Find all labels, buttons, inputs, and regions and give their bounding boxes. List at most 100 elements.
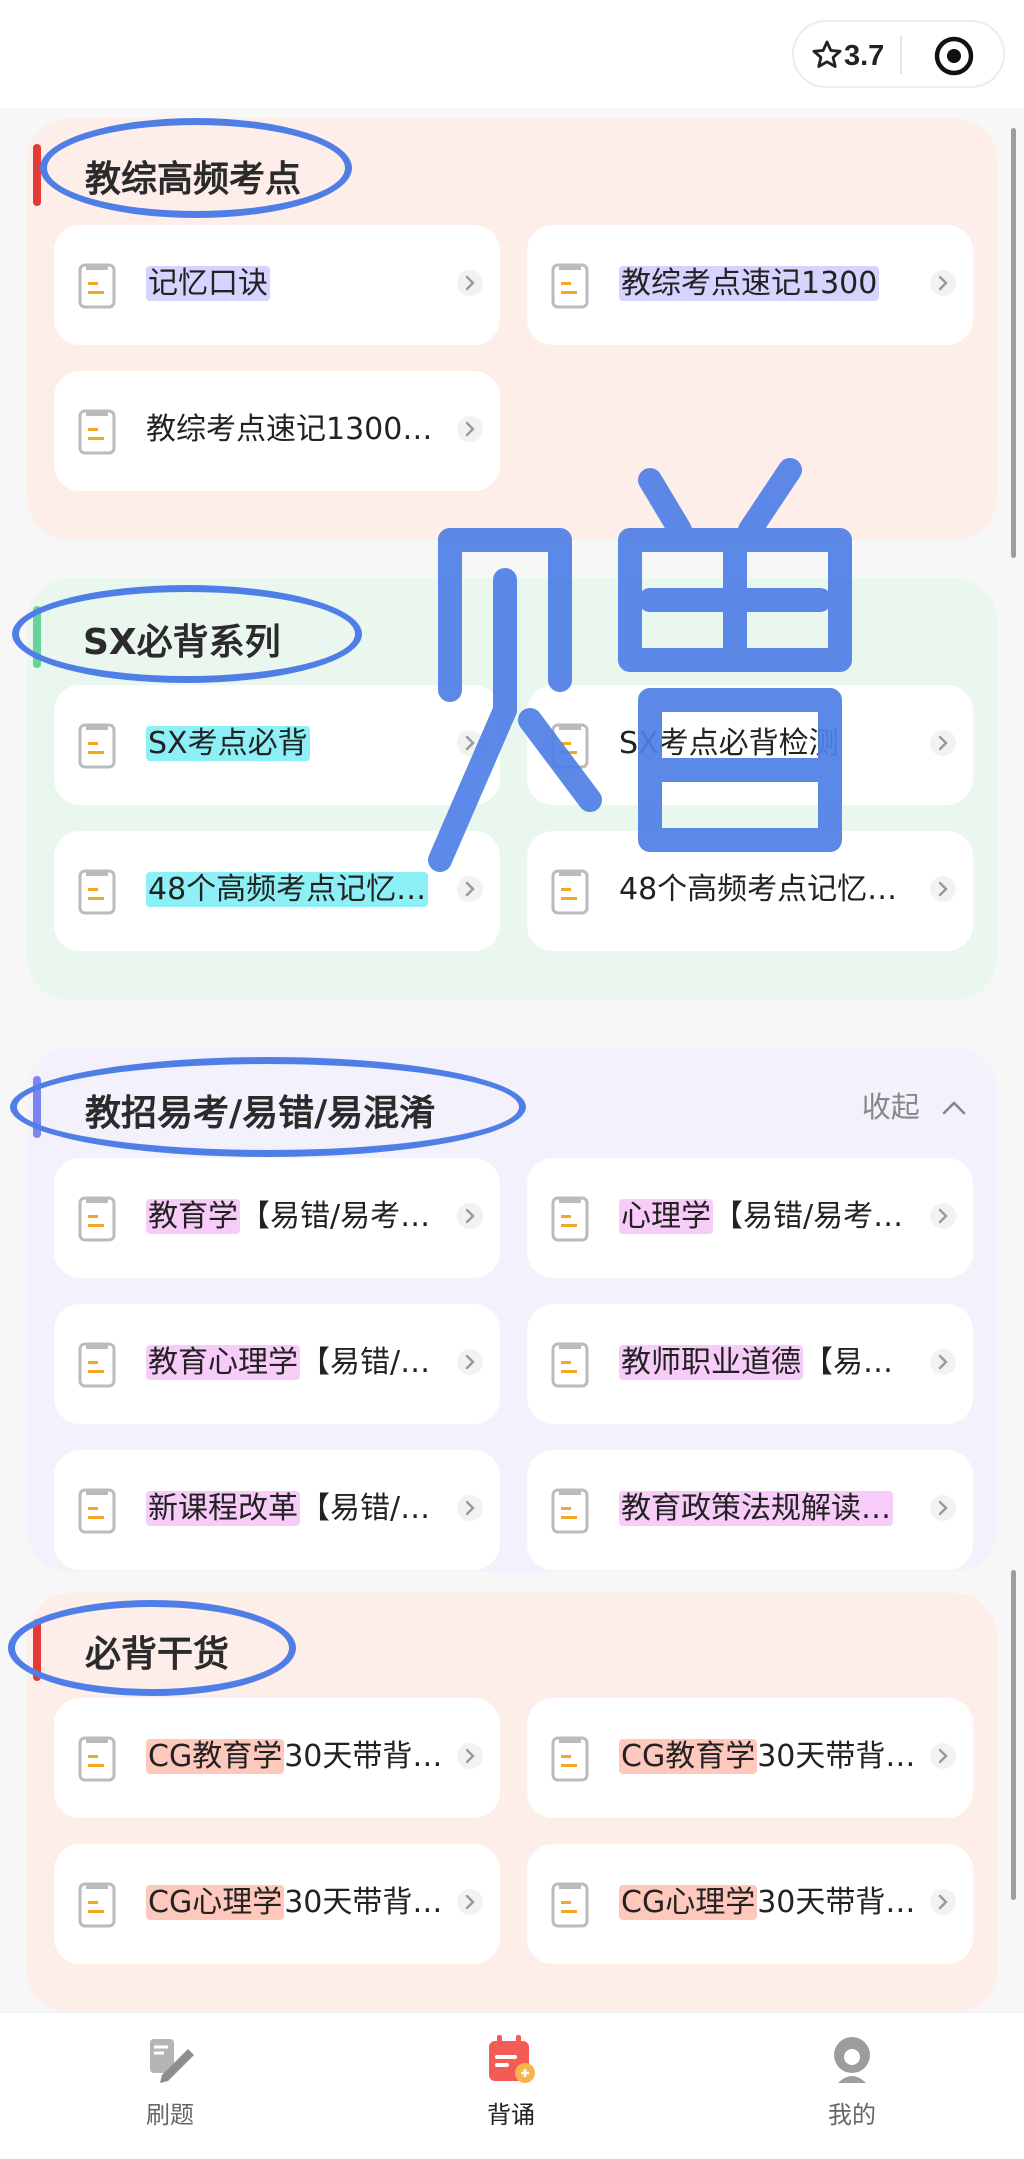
item-card[interactable]: 48个高频考点记忆… xyxy=(527,831,973,951)
capsule-divider xyxy=(900,36,902,74)
scrollbar[interactable] xyxy=(1011,128,1016,558)
item-label-prefix: 心理学 xyxy=(619,1199,713,1234)
chevron-right-icon xyxy=(930,270,956,296)
tab-label: 我的 xyxy=(828,2101,876,2129)
chevron-right-icon xyxy=(457,1349,483,1375)
tab-label: 背诵 xyxy=(487,2101,535,2129)
document-icon xyxy=(551,723,589,769)
item-label: 30天带背… xyxy=(284,1739,443,1774)
item-label-prefix: CG心理学 xyxy=(619,1885,758,1920)
target-icon[interactable] xyxy=(932,34,976,78)
chevron-right-icon xyxy=(457,416,483,442)
item-label-prefix: 教育学 xyxy=(146,1199,240,1234)
star-outline-icon[interactable] xyxy=(810,38,844,72)
profile-icon xyxy=(834,2037,870,2083)
document-icon xyxy=(551,263,589,309)
item-label: SX考点必背 xyxy=(146,726,310,761)
item-label: 【易… xyxy=(803,1345,893,1380)
item-card[interactable]: 记忆口诀 xyxy=(54,225,500,345)
document-icon xyxy=(78,1342,116,1388)
handdrawn-circle-annotation xyxy=(10,1057,526,1157)
item-card[interactable]: 新课程改革【易错/… xyxy=(54,1450,500,1570)
document-icon xyxy=(78,1196,116,1242)
item-label: 教育政策法规解读… xyxy=(619,1491,893,1526)
handdrawn-circle-annotation xyxy=(40,118,352,218)
item-card[interactable]: 48个高频考点记忆… xyxy=(54,831,500,951)
item-card[interactable]: 教综考点速记1300… xyxy=(54,371,500,491)
document-icon xyxy=(551,1342,589,1388)
item-card[interactable]: CG教育学30天带背… xyxy=(54,1698,500,1818)
item-card[interactable]: SX考点必背检测 xyxy=(527,685,973,805)
document-icon xyxy=(78,263,116,309)
item-label: 教综考点速记1300 xyxy=(619,266,880,301)
document-icon xyxy=(78,723,116,769)
item-label: 【易错/… xyxy=(300,1491,431,1526)
item-label-prefix: 教师职业道德 xyxy=(619,1345,803,1380)
item-label: SX考点必背检测 xyxy=(619,726,839,761)
item-card[interactable]: 教育学【易错/易考… xyxy=(54,1158,500,1278)
chevron-right-icon xyxy=(457,1889,483,1915)
chevron-right-icon xyxy=(457,1203,483,1229)
item-card[interactable]: 教综考点速记1300 xyxy=(527,225,973,345)
handdrawn-circle-annotation xyxy=(8,1600,296,1696)
document-icon xyxy=(78,1488,116,1534)
item-label-prefix: 教育心理学 xyxy=(146,1345,300,1380)
item-label: 【易错/易考… xyxy=(713,1199,904,1234)
chevron-right-icon xyxy=(457,270,483,296)
chevron-right-icon xyxy=(457,1495,483,1521)
chevron-right-icon xyxy=(930,876,956,902)
item-card[interactable]: CG心理学30天带背… xyxy=(527,1844,973,1964)
chevron-right-icon xyxy=(930,1495,956,1521)
item-card[interactable]: 教育政策法规解读… xyxy=(527,1450,973,1570)
bottom-tab-bar: 刷题 背诵 我的 xyxy=(0,2012,1024,2159)
tab-beisong[interactable]: 背诵 xyxy=(451,2031,571,2141)
chevron-right-icon xyxy=(930,730,956,756)
chevron-right-icon xyxy=(457,876,483,902)
item-label: 30天带背… xyxy=(284,1885,443,1920)
item-card[interactable]: SX考点必背 xyxy=(54,685,500,805)
chevron-right-icon xyxy=(457,730,483,756)
mini-program-capsule[interactable]: 3.7 xyxy=(792,20,1005,88)
item-label: 48个高频考点记忆… xyxy=(619,872,898,907)
chevron-up-icon xyxy=(942,1101,966,1115)
item-label: 30天带背… xyxy=(757,1885,916,1920)
collapse-toggle[interactable]: 收起 xyxy=(862,1084,967,1126)
chevron-right-icon xyxy=(930,1743,956,1769)
chevron-right-icon xyxy=(457,1743,483,1769)
item-card[interactable]: 心理学【易错/易考… xyxy=(527,1158,973,1278)
scrollbar[interactable] xyxy=(1011,1570,1016,1900)
top-bar: 3.7 xyxy=(0,0,1024,108)
document-icon xyxy=(78,1882,116,1928)
item-label: 【易错/… xyxy=(300,1345,431,1380)
chevron-right-icon xyxy=(930,1349,956,1375)
item-card[interactable]: CG心理学30天带背… xyxy=(54,1844,500,1964)
item-label-prefix: CG教育学 xyxy=(146,1739,285,1774)
item-card[interactable]: CG教育学30天带背… xyxy=(527,1698,973,1818)
collapse-label: 收起 xyxy=(861,1090,920,1124)
item-label: 教综考点速记1300… xyxy=(146,412,433,447)
item-label: 记忆口诀 xyxy=(146,266,270,301)
item-label: 【易错/易考… xyxy=(240,1199,431,1234)
chevron-right-icon xyxy=(930,1889,956,1915)
document-icon xyxy=(78,1736,116,1782)
item-label: 48个高频考点记忆… xyxy=(146,872,429,907)
section-accent xyxy=(33,144,41,206)
document-icon xyxy=(551,1488,589,1534)
document-icon xyxy=(78,869,116,915)
tab-wode[interactable]: 我的 xyxy=(792,2031,912,2141)
document-icon xyxy=(551,1882,589,1928)
item-label-prefix: CG教育学 xyxy=(619,1739,758,1774)
item-label-prefix: 新课程改革 xyxy=(146,1491,300,1526)
handdrawn-circle-annotation xyxy=(12,585,362,683)
tab-label: 刷题 xyxy=(146,2101,194,2129)
item-card[interactable]: 教师职业道德【易… xyxy=(527,1304,973,1424)
chevron-right-icon xyxy=(930,1203,956,1229)
pencil-icon xyxy=(150,2039,194,2083)
document-icon xyxy=(78,409,116,455)
document-icon xyxy=(551,1196,589,1242)
rating-value: 3.7 xyxy=(844,40,885,72)
tab-shuati[interactable]: 刷题 xyxy=(110,2031,230,2141)
document-icon xyxy=(551,1736,589,1782)
item-card[interactable]: 教育心理学【易错/… xyxy=(54,1304,500,1424)
item-label: 30天带背… xyxy=(757,1739,916,1774)
